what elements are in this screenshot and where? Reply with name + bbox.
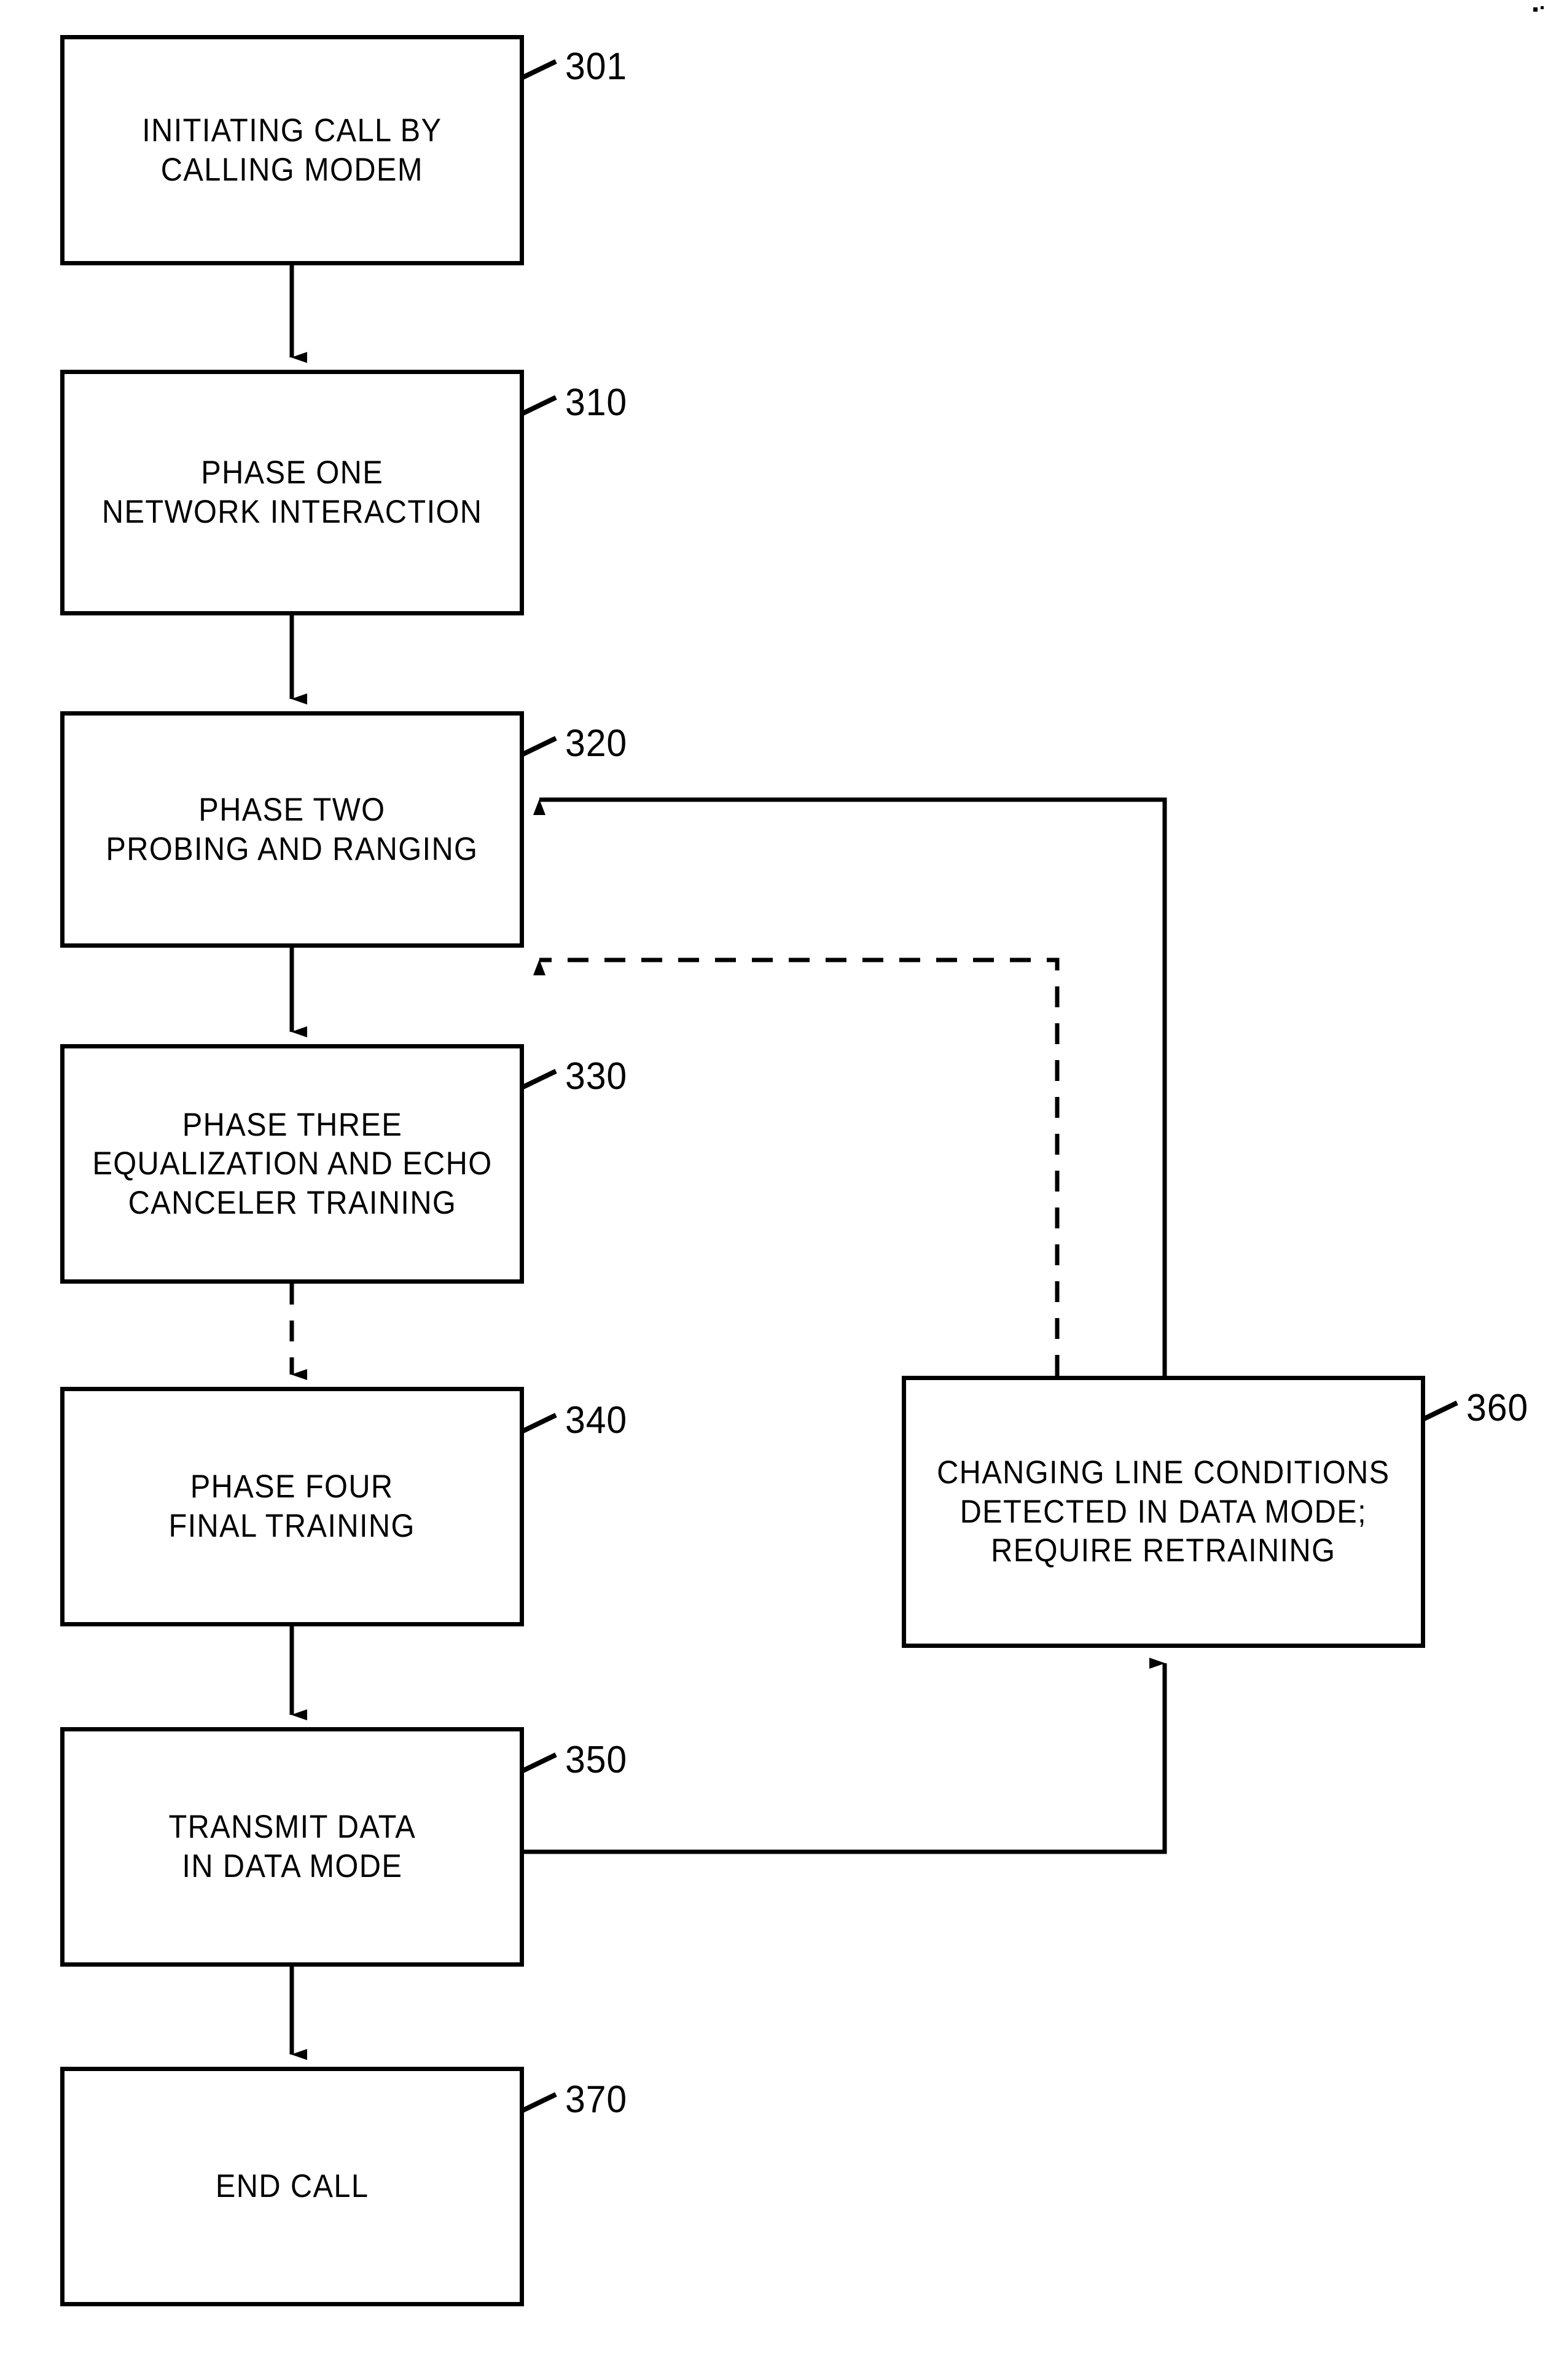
leader-line-301 — [519, 59, 557, 81]
ref-numeral-310: 310 — [565, 381, 628, 424]
node-label-340: PHASE FOUR FINAL TRAINING — [168, 1469, 416, 1544]
leader-line-370 — [519, 2092, 557, 2114]
node-end-call[interactable]: END CALL — [60, 2067, 524, 2306]
node-phase-four[interactable]: PHASE FOUR FINAL TRAINING — [60, 1387, 524, 1626]
registration-mark — [1533, 7, 1538, 12]
node-label-350: TRANSMIT DATA IN DATA MODE — [168, 1809, 416, 1884]
leader-line-320 — [519, 736, 557, 758]
ref-numeral-360: 360 — [1466, 1387, 1529, 1429]
ref-numeral-330: 330 — [565, 1055, 628, 1098]
connector-360-320 — [533, 797, 1167, 1376]
figure-canvas: INITIATING CALL BY CALLING MODEM PHASE O… — [0, 0, 1548, 2380]
leader-line-340 — [519, 1413, 557, 1435]
node-phase-one[interactable]: PHASE ONE NETWORK INTERACTION — [60, 370, 524, 615]
node-label-310: PHASE ONE NETWORK INTERACTION — [101, 455, 483, 530]
node-label-360: CHANGING LINE CONDITIONS DETECTED IN DAT… — [937, 1454, 1390, 1569]
node-phase-two[interactable]: PHASE TWO PROBING AND RANGING — [60, 711, 524, 948]
connector-360-330 — [533, 958, 1060, 1376]
ref-numeral-370: 370 — [565, 2078, 628, 2121]
node-label-370: END CALL — [215, 2168, 369, 2205]
leader-line-350 — [519, 1752, 557, 1774]
ref-numeral-340: 340 — [565, 1399, 628, 1442]
node-label-330: PHASE THREE EQUALIZATION AND ECHO CANCEL… — [92, 1106, 493, 1221]
ref-numeral-320: 320 — [565, 722, 628, 765]
node-phase-three[interactable]: PHASE THREE EQUALIZATION AND ECHO CANCEL… — [60, 1044, 524, 1284]
leader-line-360 — [1420, 1400, 1458, 1422]
node-label-320: PHASE TWO PROBING AND RANGING — [106, 791, 479, 867]
leader-line-310 — [519, 395, 557, 417]
leader-line-330 — [519, 1069, 557, 1091]
ref-numeral-350: 350 — [565, 1739, 628, 1781]
ref-numeral-301: 301 — [565, 45, 628, 88]
node-initiating-call[interactable]: INITIATING CALL BY CALLING MODEM — [60, 35, 524, 265]
registration-mark-2 — [1541, 6, 1544, 9]
node-label-301: INITIATING CALL BY CALLING MODEM — [142, 112, 442, 188]
node-transmit-data[interactable]: TRANSMIT DATA IN DATA MODE — [60, 1727, 524, 1967]
node-changing-line-conditions[interactable]: CHANGING LINE CONDITIONS DETECTED IN DAT… — [902, 1376, 1425, 1648]
